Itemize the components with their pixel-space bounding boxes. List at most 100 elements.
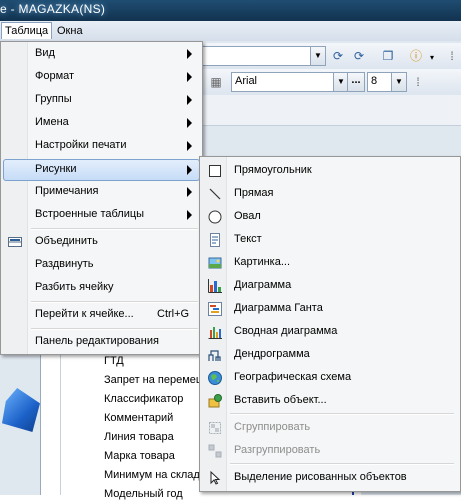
rectangle-icon xyxy=(207,163,223,179)
document-cell[interactable]: Классификатор xyxy=(104,390,199,408)
font-name-combo[interactable]: Arial ▼ xyxy=(231,72,349,92)
menu-item-label: Встроенные таблицы xyxy=(35,208,145,220)
copy-window-icon[interactable]: ❐ xyxy=(380,48,396,64)
address-combo[interactable]: ▼ xyxy=(200,46,326,66)
submenu-arrow-icon xyxy=(187,95,192,105)
menu-item-ungroup: Разгруппировать xyxy=(202,439,458,462)
info-icon[interactable]: ⓘ xyxy=(408,48,424,64)
menu-item-label: Дендрограмма xyxy=(234,348,310,360)
menu-separator xyxy=(31,328,198,330)
menu-item-gantt-chart[interactable]: Диаграмма Ганта xyxy=(202,297,458,320)
document-cell[interactable]: Марка товара xyxy=(104,447,199,465)
menu-item-split-cell[interactable]: Разбить ячейку xyxy=(3,277,200,299)
picture-icon xyxy=(207,255,223,271)
cell-format-icon[interactable]: ▦ xyxy=(208,74,224,90)
menu-item-notes[interactable]: Примечания xyxy=(3,181,200,203)
menu-item-geo-schema[interactable]: Географическая схема xyxy=(202,366,458,389)
chevron-down-icon[interactable]: ▾ xyxy=(424,50,440,66)
text-icon xyxy=(207,232,223,248)
pictures-submenu: Прямоугольник Прямая Овал Текст Картинка… xyxy=(199,156,461,492)
submenu-arrow-icon xyxy=(187,141,192,151)
globe-icon xyxy=(207,370,223,386)
menu-item-split[interactable]: Раздвинуть xyxy=(3,254,200,276)
menu-item-label: Прямая xyxy=(234,187,274,199)
menu-item-oval[interactable]: Овал xyxy=(202,205,458,228)
menu-item-label: Перейти к ячейке... xyxy=(35,308,134,320)
font-more-button[interactable]: ... xyxy=(347,72,365,92)
find-next-icon[interactable]: ⟳ xyxy=(351,48,367,64)
menu-item-view[interactable]: Вид xyxy=(3,43,200,65)
menu-item-label: Объединить xyxy=(35,235,98,247)
toolbar-strip xyxy=(200,95,461,126)
document-cell[interactable]: Минимум на складе xyxy=(104,466,199,484)
menu-item-dendrogram[interactable]: Дендрограмма xyxy=(202,343,458,366)
menu-item-label: Формат xyxy=(35,70,75,82)
menu-item-pictures[interactable]: Рисунки xyxy=(3,159,200,181)
dendrogram-icon xyxy=(207,347,223,363)
menu-item-label: Выделение рисованных объектов xyxy=(234,471,407,483)
submenu-arrow-icon xyxy=(187,118,192,128)
gantt-chart-icon xyxy=(207,301,223,317)
chevron-down-icon[interactable]: ▼ xyxy=(310,47,325,65)
document-cell[interactable]: Запрет на перемещ xyxy=(104,371,199,389)
menu-item-label: Примечания xyxy=(35,185,99,197)
font-size-value: 8 xyxy=(371,75,378,87)
menu-item-label: Овал xyxy=(234,210,261,222)
menu-item-label: Разбить ячейку xyxy=(35,281,114,293)
menu-item-label: Имена xyxy=(35,116,69,128)
menu-windows[interactable]: Окна xyxy=(54,23,86,39)
pointer-icon xyxy=(207,470,223,486)
find-icon[interactable]: ⟳ xyxy=(330,48,346,64)
menu-item-goto-cell[interactable]: Перейти к ячейке... Ctrl+G xyxy=(3,304,200,326)
menu-item-format[interactable]: Формат xyxy=(3,66,200,88)
menu-item-chart[interactable]: Диаграмма xyxy=(202,274,458,297)
menu-item-label: Вид xyxy=(35,47,55,59)
submenu-arrow-icon xyxy=(187,187,192,197)
menu-item-label: Разгруппировать xyxy=(234,444,321,456)
menu-item-insert-object[interactable]: Вставить объект... xyxy=(202,389,458,412)
ungroup-icon xyxy=(207,443,223,459)
menu-item-label: Рисунки xyxy=(35,163,77,175)
menu-item-select-drawn-objects[interactable]: Выделение рисованных объектов xyxy=(202,466,458,489)
menu-table[interactable]: Таблица xyxy=(1,22,53,39)
submenu-arrow-icon xyxy=(187,49,192,59)
menu-item-merge[interactable]: Объединить xyxy=(3,231,200,253)
menu-item-picture[interactable]: Картинка... xyxy=(202,251,458,274)
menu-item-print-settings[interactable]: Настройки печати xyxy=(3,135,200,157)
pivot-chart-icon xyxy=(207,324,223,340)
document-cell[interactable]: Модельный год xyxy=(104,485,199,503)
merge-cells-icon xyxy=(7,234,23,250)
menu-item-rectangle[interactable]: Прямоугольник xyxy=(202,159,458,182)
menu-item-label: Картинка... xyxy=(234,256,290,268)
menu-item-label: Географическая схема xyxy=(234,371,352,383)
document-cell[interactable]: Линия товара xyxy=(104,428,199,446)
menu-item-names[interactable]: Имена xyxy=(3,112,200,134)
menu-separator xyxy=(31,228,198,230)
table-menu: Вид Формат Группы Имена Настройки печати… xyxy=(0,41,203,355)
menu-item-label: Панель редактирования xyxy=(35,335,159,347)
menu-item-label: Сгруппировать xyxy=(234,421,311,433)
insert-object-icon xyxy=(207,393,223,409)
submenu-arrow-icon xyxy=(187,165,192,175)
menu-item-label: Раздвинуть xyxy=(35,258,94,270)
menu-item-pivot-chart[interactable]: Сводная диаграмма xyxy=(202,320,458,343)
chevron-down-icon[interactable]: ▼ xyxy=(333,73,348,91)
chart-icon xyxy=(207,278,223,294)
menu-item-text[interactable]: Текст xyxy=(202,228,458,251)
font-name-value: Arial xyxy=(235,75,258,87)
menu-separator xyxy=(31,301,198,303)
group-icon xyxy=(207,420,223,436)
menu-item-edit-panel[interactable]: Панель редактирования xyxy=(3,331,200,353)
font-size-combo[interactable]: 8 ▼ xyxy=(367,72,407,92)
chevron-down-icon[interactable]: ▼ xyxy=(391,73,406,91)
window-title: e - MAGAZKA(NS) xyxy=(0,2,106,16)
menu-item-embedded-tables[interactable]: Встроенные таблицы xyxy=(3,204,200,226)
menu-item-line[interactable]: Прямая xyxy=(202,182,458,205)
menu-item-label: Диаграмма Ганта xyxy=(234,302,323,314)
menu-item-label: Текст xyxy=(234,233,262,245)
menu-item-shortcut: Ctrl+G xyxy=(157,308,190,320)
menu-item-group: Сгруппировать xyxy=(202,416,458,439)
menu-item-label: Диаграмма xyxy=(234,279,292,291)
menu-item-groups[interactable]: Группы xyxy=(3,89,200,111)
document-cell[interactable]: Комментарий xyxy=(104,409,199,427)
